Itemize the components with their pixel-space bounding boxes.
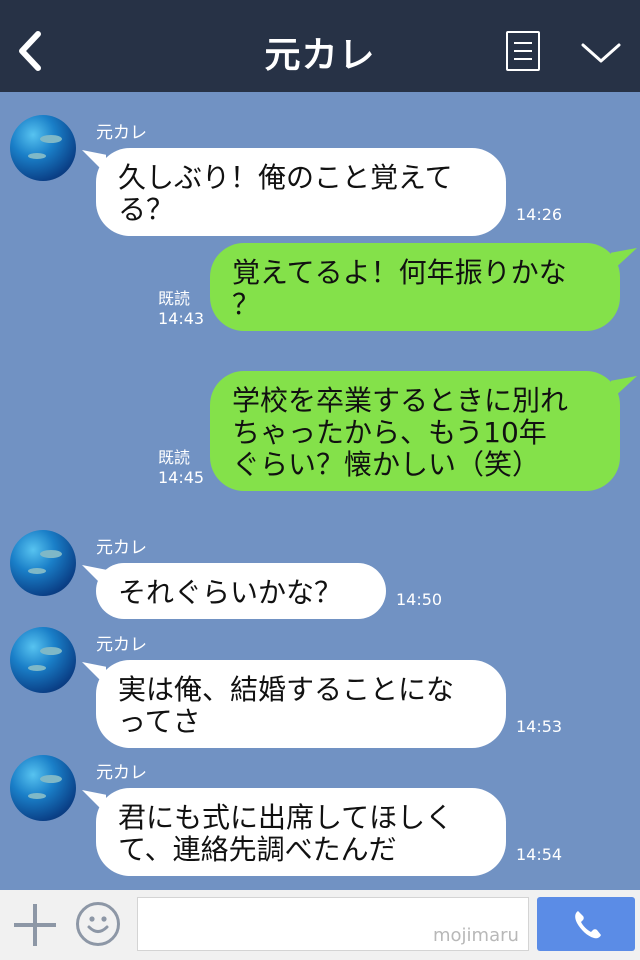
message-time: 14:50 [396, 590, 443, 609]
chevron-down-icon[interactable] [580, 40, 622, 66]
avatar[interactable] [10, 627, 76, 693]
chat-area[interactable]: 元カレ 久しぶり！俺のこと覚えて る？ 14:26 既読 14:43 覚えてるよ… [0, 92, 640, 890]
top-bar: 元カレ [0, 0, 640, 92]
message-time: 14:54 [516, 845, 563, 864]
read-receipt: 既読 14:43 [158, 289, 204, 329]
smiley-icon[interactable] [76, 902, 120, 946]
phone-icon [575, 911, 601, 939]
call-button[interactable] [537, 897, 635, 951]
read-label: 既読 [158, 289, 191, 308]
plus-icon[interactable] [14, 904, 56, 946]
message-bubble[interactable]: 実は俺、結婚することにな ってさ [96, 660, 506, 748]
message-bubble[interactable]: それぐらいかな？ [96, 563, 386, 619]
chat-title: 元カレ [264, 35, 376, 76]
avatar[interactable] [10, 115, 76, 181]
sender-name: 元カレ [96, 635, 147, 655]
read-receipt: 既読 14:45 [158, 448, 204, 488]
avatar[interactable] [10, 755, 76, 821]
message-time: 14:45 [158, 468, 205, 487]
message-time: 14:43 [158, 309, 205, 328]
sender-name: 元カレ [96, 763, 147, 783]
message-bubble[interactable]: 学校を卒業するときに別れ ちゃったから、もう10年 ぐらい？懐かしい（笑） [210, 371, 620, 491]
sender-name: 元カレ [96, 538, 147, 558]
message-bubble[interactable]: 久しぶり！俺のこと覚えて る？ [96, 148, 506, 236]
sender-name: 元カレ [96, 123, 147, 143]
watermark: mojimaru [433, 925, 519, 946]
avatar[interactable] [10, 530, 76, 596]
message-time: 14:53 [516, 717, 563, 736]
message-bubble[interactable]: 君にも式に出席してほしく て、連絡先調べたんだ [96, 788, 506, 876]
read-label: 既読 [158, 448, 191, 467]
notes-icon[interactable] [506, 31, 540, 71]
message-time: 14:26 [516, 205, 563, 224]
message-bubble[interactable]: 覚えてるよ！何年振りかな ？ [210, 243, 620, 331]
